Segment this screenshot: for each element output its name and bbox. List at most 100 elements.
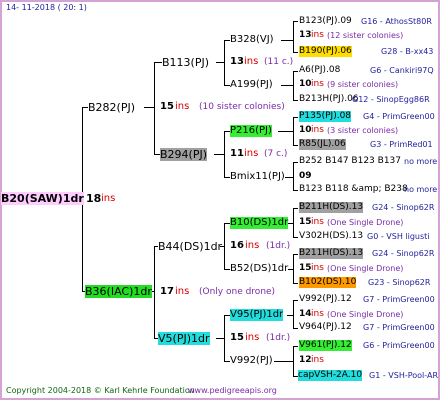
connector bbox=[293, 71, 298, 72]
connector bbox=[285, 177, 293, 178]
gen3-name[interactable]: V95(PJ)1dr bbox=[230, 309, 284, 321]
gen4-ins-number: 14 bbox=[299, 309, 312, 319]
gen1-mother-ins-word: ins bbox=[175, 286, 190, 297]
connector bbox=[293, 328, 298, 329]
connector bbox=[293, 237, 298, 238]
connector bbox=[293, 162, 298, 163]
gen1-father-name[interactable]: B282(PJ) bbox=[88, 101, 135, 114]
gen2-name[interactable]: B294(PJ) bbox=[160, 148, 208, 161]
connector bbox=[293, 71, 294, 100]
gen2-name[interactable]: B113(PJ) bbox=[162, 56, 209, 69]
gen4-line: G24 - Sinop62R bbox=[372, 203, 435, 212]
gen3-name[interactable]: V992(PJ) bbox=[230, 355, 273, 367]
gen4-line: G7 - PrimGreen00 bbox=[363, 323, 435, 332]
gen4-ins-number: 15 bbox=[299, 263, 312, 273]
gen2-ins-word: ins bbox=[245, 240, 260, 251]
gen3-name[interactable]: A199(PJ) bbox=[230, 79, 273, 91]
gen3-name[interactable]: B328(VJ) bbox=[230, 34, 274, 46]
gen2-note: (1dr.) bbox=[266, 333, 291, 343]
connector bbox=[144, 107, 154, 108]
website-link[interactable]: www.pedigreeapis.org bbox=[188, 386, 277, 396]
gen4-line: no more bbox=[404, 185, 438, 194]
connector bbox=[287, 315, 293, 316]
gen4-name[interactable]: B252 B147 B123 B137 bbox=[299, 156, 401, 167]
gen4-ins-word: ins bbox=[311, 125, 324, 135]
gen1-mother-note: (Only one drone) bbox=[199, 287, 276, 297]
gen4-ins-number: 10 bbox=[299, 79, 312, 89]
gen2-name[interactable]: B44(DS)1dr bbox=[158, 240, 222, 253]
connector bbox=[293, 21, 298, 22]
gen4-name[interactable]: capVSH-2A.10 bbox=[298, 370, 363, 381]
gen4-name[interactable]: V992(PJ).12 bbox=[299, 294, 352, 305]
connector bbox=[293, 208, 298, 209]
gen4-ins-word: ins bbox=[311, 79, 324, 89]
gen4-line: G6 - PrimGreen00 bbox=[363, 341, 435, 350]
gen4-line: G24 - Sinop62R bbox=[372, 249, 435, 258]
gen4-name[interactable]: V961(PJ).12 bbox=[299, 340, 352, 351]
connector bbox=[293, 190, 298, 191]
connector bbox=[224, 40, 225, 85]
gen4-note: (9 sister colonies) bbox=[327, 80, 399, 89]
gen4-note: (12 sister colonies) bbox=[327, 31, 404, 40]
connector bbox=[293, 21, 294, 52]
gen4-name[interactable]: B123(PJ).09 bbox=[299, 16, 352, 27]
connector bbox=[216, 62, 224, 63]
gen2-ins-number: 15 bbox=[230, 332, 244, 343]
connector bbox=[154, 62, 155, 154]
gen3-ins-word: ins bbox=[244, 148, 259, 159]
gen3-note: (11 c.) bbox=[264, 57, 294, 67]
gen2-note: (1dr.) bbox=[266, 241, 291, 251]
connector bbox=[288, 269, 293, 270]
gen4-name[interactable]: A6(PJ).08 bbox=[299, 65, 340, 76]
gen4-name[interactable]: B213H(PJ).06 bbox=[299, 94, 359, 105]
gen2-name[interactable]: V5(PJ)1dr bbox=[158, 332, 210, 345]
gen4-ins-number: 09 bbox=[299, 171, 312, 181]
gen4-name[interactable]: P135(PJ).08 bbox=[299, 111, 352, 122]
gen4-name[interactable]: B211H(DS).13 bbox=[299, 248, 364, 259]
connector bbox=[224, 315, 225, 361]
gen4-name[interactable]: B123 B118 &amp; B238 bbox=[299, 184, 408, 195]
gen4-name[interactable]: R85(JL).06 bbox=[299, 139, 346, 150]
connector bbox=[224, 223, 225, 269]
gen4-line: G4 - PrimGreen00 bbox=[363, 112, 435, 121]
connector bbox=[154, 62, 162, 63]
gen4-line: no more bbox=[404, 157, 438, 166]
gen4-name[interactable]: V302H(DS).13 bbox=[299, 231, 363, 242]
connector bbox=[154, 246, 155, 338]
gen1-mother-name[interactable]: B36(IAC)1dr bbox=[85, 285, 152, 298]
connector bbox=[278, 131, 293, 132]
gen1-father-note: (10 sister colonies) bbox=[199, 102, 285, 112]
connector bbox=[293, 300, 298, 301]
gen3-name[interactable]: Bmix11(PJ) bbox=[230, 171, 285, 183]
queen-name[interactable]: B20(SAW)1dr bbox=[1, 192, 84, 205]
gen4-ins-word: ins bbox=[311, 309, 324, 319]
gen4-line: G0 - VSH ligusti bbox=[367, 232, 430, 241]
gen4-note: (3 sister colonies) bbox=[327, 126, 399, 135]
gen3-name[interactable]: B10(DS)1dr bbox=[230, 217, 289, 229]
gen3-note: (7 c.) bbox=[264, 149, 288, 159]
gen1-mother-ins-number: 17 bbox=[160, 286, 174, 297]
gen4-line: G6 - Cankiri97Q bbox=[370, 66, 434, 75]
gen3-ins-word: ins bbox=[244, 56, 259, 67]
gen4-name[interactable]: B211H(DS).13 bbox=[299, 202, 364, 213]
gen3-name[interactable]: B52(DS)1dr bbox=[230, 263, 288, 275]
gen4-line: G28 - B-xx43 bbox=[381, 47, 434, 56]
gen4-line: G16 - AthosSt80R bbox=[361, 17, 432, 26]
gen2-ins-word: ins bbox=[245, 332, 260, 343]
gen4-ins-number: 13 bbox=[299, 30, 312, 40]
connector bbox=[293, 300, 294, 328]
gen4-line: G7 - PrimGreen00 bbox=[363, 295, 435, 304]
connector bbox=[288, 223, 293, 224]
gen3-name[interactable]: P216(PJ) bbox=[230, 125, 272, 137]
queen-ins-number: 18 bbox=[86, 192, 102, 205]
gen4-note: (One Single Drone) bbox=[327, 218, 404, 227]
connector bbox=[293, 254, 294, 283]
connector bbox=[293, 283, 298, 284]
connector bbox=[293, 346, 298, 347]
connector bbox=[224, 131, 225, 177]
gen4-name[interactable]: B102(DS).10 bbox=[299, 277, 357, 288]
gen4-name[interactable]: V964(PJ).12 bbox=[299, 322, 352, 333]
gen4-name[interactable]: B190(PJ).06 bbox=[299, 46, 352, 57]
gen1-father-ins-number: 15 bbox=[160, 101, 174, 112]
copyright: Copyright 2004-2018 © Karl Kehrle Founda… bbox=[6, 386, 195, 395]
